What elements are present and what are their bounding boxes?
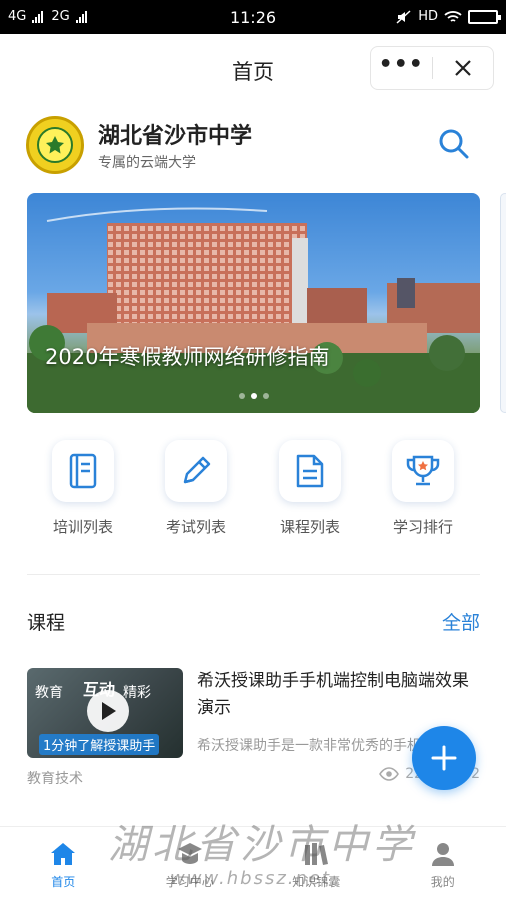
- trophy-icon: [406, 455, 440, 486]
- banner-indicator: [27, 393, 480, 399]
- school-name: 湖北省沙市中学: [98, 124, 253, 149]
- quick-action-courses[interactable]: 课程列表: [254, 440, 366, 537]
- quick-action-icon-box: [52, 440, 114, 502]
- play-button[interactable]: [87, 690, 129, 732]
- close-button[interactable]: [433, 47, 494, 89]
- quick-action-icon-box: [279, 440, 341, 502]
- quick-action-exams[interactable]: 考试列表: [140, 440, 252, 537]
- mute-icon: [396, 9, 411, 24]
- more-button[interactable]: •••: [371, 47, 432, 89]
- school-logo: [26, 116, 84, 174]
- school-subtitle: 专属的云端大学: [98, 155, 196, 171]
- quick-actions: 培训列表 考试列表 课程列表 学习排行: [0, 440, 506, 540]
- quick-action-icon-box: [392, 440, 454, 502]
- banner-image: [27, 207, 480, 413]
- user-icon: [431, 843, 454, 866]
- close-icon: [454, 60, 471, 76]
- watermark-url: www.hbssz.net: [170, 868, 332, 889]
- status-bar: 4G 2G 11:26 HD: [0, 0, 506, 34]
- more-icon: •••: [378, 51, 424, 77]
- tab-label: 我的: [430, 875, 455, 889]
- wifi-icon: [444, 10, 462, 22]
- plus-icon: [431, 745, 457, 771]
- school-emblem-icon: [37, 127, 73, 163]
- quick-action-training[interactable]: 培训列表: [27, 440, 139, 537]
- pencil-icon: [183, 456, 211, 484]
- school-header: 湖北省沙市中学 专属的云端大学: [0, 102, 506, 190]
- play-icon: [102, 702, 116, 720]
- section-divider: [27, 574, 480, 575]
- nav-bar: 首页 •••: [0, 34, 506, 102]
- thumbnail-caption: 1分钟了解授课助手: [39, 734, 160, 755]
- home-icon: [51, 843, 76, 865]
- search-button[interactable]: [438, 128, 474, 164]
- course-card[interactable]: 教育 互动 精彩 1分钟了解授课助手 希沃授课助手手机端控制电脑端效果演示 希沃…: [27, 668, 480, 796]
- thumbnail-text: 精彩: [123, 685, 151, 701]
- course-thumbnail: 教育 互动 精彩 1分钟了解授课助手: [27, 668, 183, 758]
- quick-action-ranking[interactable]: 学习排行: [367, 440, 479, 537]
- add-button[interactable]: [412, 726, 476, 790]
- courses-section-header: 课程 全部: [27, 606, 480, 636]
- banner-dot-active: [250, 393, 257, 399]
- banner-dot: [238, 393, 245, 399]
- thumbnail-text: 教育: [35, 685, 63, 701]
- quick-action-label: 考试列表: [165, 518, 226, 536]
- battery-icon: [468, 9, 501, 24]
- document-list-icon: [69, 453, 97, 489]
- section-title: 课程: [27, 612, 66, 634]
- quick-action-label: 培训列表: [52, 518, 113, 536]
- tab-label: 首页: [51, 875, 76, 889]
- next-slide-peek: [500, 193, 506, 413]
- file-icon: [296, 454, 324, 488]
- hd-label: HD: [418, 9, 438, 24]
- banner-dot: [262, 393, 269, 399]
- mini-program-capsule: •••: [370, 46, 494, 90]
- status-right: HD: [396, 9, 501, 24]
- course-title: 希沃授课助手手机端控制电脑端效果演示: [197, 671, 469, 718]
- quick-action-label: 课程列表: [279, 518, 340, 536]
- search-icon: [439, 129, 469, 159]
- banner-caption: 2020年寒假教师网络研修指南: [45, 345, 330, 369]
- banner-carousel[interactable]: 2020年寒假教师网络研修指南: [27, 193, 480, 413]
- course-description: 希沃授课助手是一款非常优秀的手机: [197, 738, 421, 754]
- watermark: 湖北省沙市中学: [108, 822, 416, 868]
- quick-action-icon-box: [165, 440, 227, 502]
- view-all-link[interactable]: 全部: [442, 608, 480, 635]
- course-category: 教育技术: [27, 771, 83, 787]
- quick-action-label: 学习排行: [392, 518, 453, 536]
- eye-icon: [379, 767, 400, 781]
